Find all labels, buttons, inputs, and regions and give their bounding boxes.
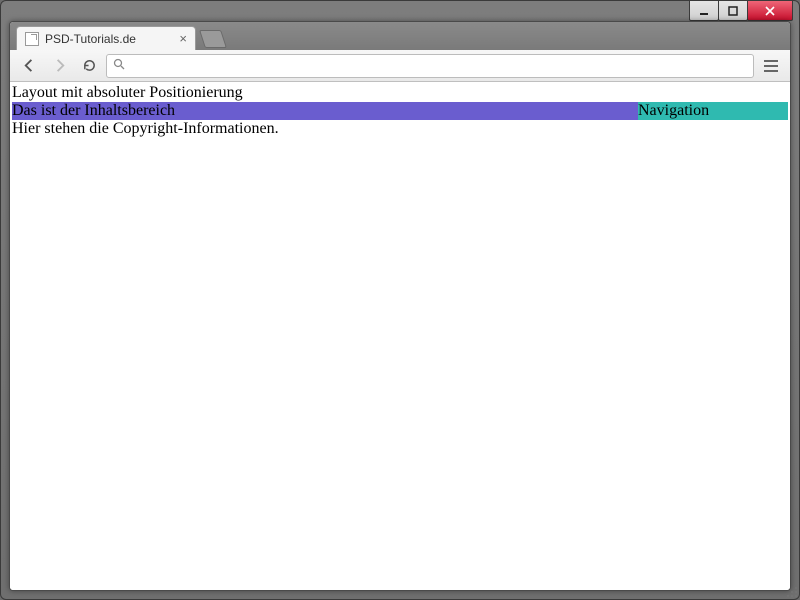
address-input[interactable] [131, 59, 747, 73]
page-body: Layout mit absoluter Positionierung Das … [10, 82, 790, 140]
window-frame: PSD-Tutorials.de × [0, 0, 800, 600]
browser-shell: PSD-Tutorials.de × [9, 21, 791, 591]
new-tab-button[interactable] [199, 30, 227, 48]
window-controls [690, 1, 793, 23]
page-icon [25, 32, 39, 46]
menu-button[interactable] [758, 53, 784, 79]
page-viewport[interactable]: Layout mit absoluter Positionierung Das … [10, 82, 790, 590]
tab-strip: PSD-Tutorials.de × [10, 22, 790, 50]
page-header: Layout mit absoluter Positionierung [12, 84, 788, 102]
page-footer: Hier stehen die Copyright-Informationen. [12, 120, 788, 138]
navigation-area: Navigation [638, 102, 788, 120]
tab-title: PSD-Tutorials.de [45, 32, 136, 46]
maximize-button[interactable] [718, 1, 748, 21]
address-bar[interactable] [106, 54, 754, 78]
close-button[interactable] [747, 1, 793, 21]
tab-active[interactable]: PSD-Tutorials.de × [16, 26, 196, 50]
back-button[interactable] [16, 53, 42, 79]
minimize-button[interactable] [689, 1, 719, 21]
search-icon [113, 57, 125, 75]
resize-grip[interactable] [783, 583, 797, 597]
reload-button[interactable] [76, 53, 102, 79]
page-main-row: Das ist der Inhaltsbereich Navigation [12, 102, 788, 120]
content-area: Das ist der Inhaltsbereich [12, 102, 638, 120]
forward-button[interactable] [46, 53, 72, 79]
hamburger-icon [764, 60, 778, 62]
toolbar [10, 50, 790, 82]
tab-close-icon[interactable]: × [179, 32, 187, 45]
